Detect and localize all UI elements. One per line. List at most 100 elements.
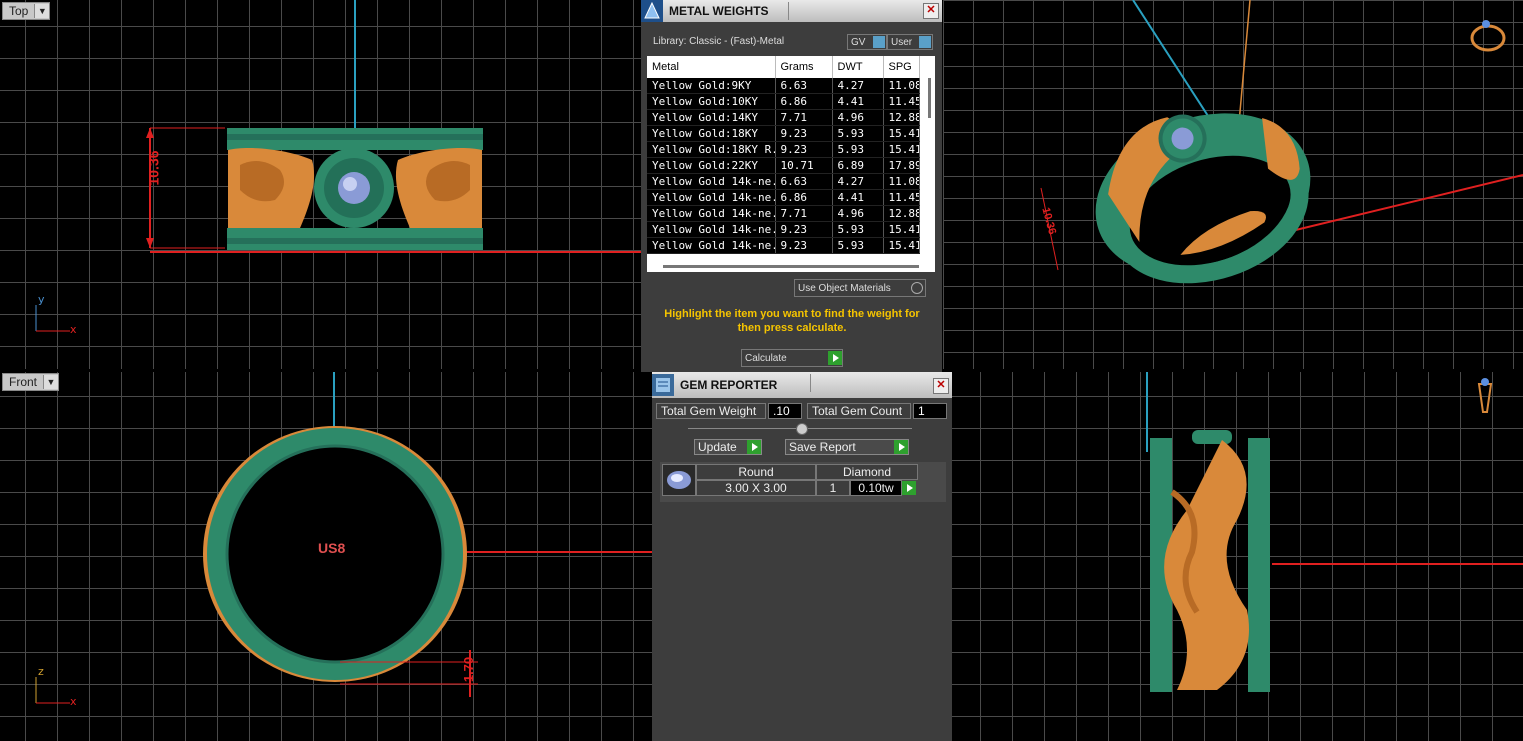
table-row[interactable]: Yellow Gold 14k-ne...9.235.9315.41 [647, 237, 920, 254]
metal-weights-titlebar[interactable]: METAL WEIGHTS ✕ [641, 0, 942, 22]
viewport-label-front[interactable]: Front ▼ [2, 373, 60, 391]
gem-reporter-panel: GEM REPORTER ✕ Total Gem Weight .10 Tota… [652, 372, 952, 741]
side-view-scene [1146, 372, 1523, 692]
table-header-row: Metal Grams DWT SPG [647, 56, 920, 78]
top-viewport[interactable]: Top ▼ 10.36 y x [0, 0, 641, 369]
user-label: User [891, 36, 913, 48]
dwt-cell: 4.41 [832, 93, 884, 110]
axis-y-label: y [38, 293, 45, 306]
axis-z-label: z [38, 665, 44, 678]
metal-name-cell: Yellow Gold 14k-ne... [647, 237, 776, 254]
dimension-label: 1.70 [461, 656, 477, 683]
grams-cell: 9.23 [775, 221, 833, 238]
gem-report-icon [652, 374, 674, 396]
dwt-cell: 5.93 [832, 125, 884, 142]
table-row[interactable]: Yellow Gold:10KY 6.86 4.41 11.45 [647, 93, 920, 110]
spg-cell: 15.41 [883, 141, 920, 158]
dimension-label: 10.36 [145, 150, 162, 186]
axis-x-label: x [70, 323, 77, 336]
update-button[interactable]: Update [694, 439, 762, 455]
vertical-scrollbar[interactable] [928, 78, 931, 118]
table-row[interactable]: Yellow Gold:18KY R...9.235.9315.41 [647, 141, 920, 158]
table-row[interactable]: Yellow Gold 14k-ne...7.714.9612.88 [647, 205, 920, 222]
metal-name-cell: Yellow Gold:9KY [647, 78, 776, 94]
gem-type: Diamond [816, 464, 918, 480]
grams-cell: 6.63 [775, 78, 833, 94]
spg-cell: 12.88 [883, 205, 920, 222]
viewport-label-top[interactable]: Top ▼ [2, 2, 51, 20]
title-divider [810, 374, 811, 392]
spg-cell: 12.88 [883, 109, 920, 126]
ring-side-orientation-icon [1477, 378, 1493, 413]
use-object-materials-toggle[interactable]: Use Object Materials [794, 279, 926, 297]
grams-cell: 9.23 [775, 141, 833, 158]
user-toggle[interactable]: User [887, 34, 933, 50]
table-row[interactable]: Yellow Gold 14k-ne...6.864.4111.45 [647, 189, 920, 206]
dwt-cell: 4.96 [832, 205, 884, 222]
save-report-button[interactable]: Save Report [785, 439, 909, 455]
perspective-viewport[interactable]: 10.36 [943, 0, 1523, 369]
side-viewport[interactable] [952, 372, 1523, 741]
grams-cell: 6.86 [775, 93, 833, 110]
gem-shape: Round [696, 464, 816, 480]
title-divider [788, 2, 789, 20]
calculate-label: Calculate [745, 352, 787, 364]
dwt-cell: 4.41 [832, 189, 884, 206]
column-header-grams[interactable]: Grams [775, 56, 833, 78]
front-view-scene [203, 372, 652, 697]
close-icon[interactable]: ✕ [933, 378, 949, 394]
spg-cell: 11.08 [883, 78, 920, 94]
gem-count: 1 [816, 480, 850, 496]
metal-table-container[interactable]: Metal Grams DWT SPG Yellow Gold:9KY 6.63 4… [647, 56, 935, 272]
dwt-cell: 6.89 [832, 157, 884, 174]
chevron-down-icon[interactable]: ▼ [43, 375, 59, 389]
spg-cell: 17.89 [883, 157, 920, 174]
column-header-spg[interactable]: SPG [883, 56, 920, 78]
toggle-indicator-icon [919, 36, 931, 48]
total-gem-count-label: Total Gem Count [807, 403, 911, 419]
metal-name-cell: Yellow Gold:18KY [647, 125, 776, 142]
gv-label: GV [851, 36, 866, 48]
play-icon [828, 351, 842, 365]
gv-toggle[interactable]: GV [847, 34, 887, 50]
total-gem-count-value: 1 [913, 403, 947, 419]
update-label: Update [698, 440, 737, 454]
dwt-cell: 4.27 [832, 78, 884, 94]
scale-icon [641, 0, 663, 22]
metal-name-cell: Yellow Gold 14k-ne... [647, 189, 776, 206]
play-icon [747, 440, 761, 454]
slider-handle[interactable] [796, 423, 808, 435]
table-row[interactable]: Yellow Gold 14k-ne...9.235.9315.41 [647, 221, 920, 238]
spg-cell: 11.08 [883, 173, 920, 190]
gem-size: 3.00 X 3.00 [696, 480, 816, 496]
calculate-button[interactable]: Calculate [741, 349, 843, 367]
dwt-cell: 4.27 [832, 173, 884, 190]
horizontal-scrollbar[interactable] [663, 265, 919, 268]
spg-cell: 11.45 [883, 93, 920, 110]
front-viewport[interactable]: Front ▼ US8 1.70 z x [0, 372, 652, 741]
panel-title: METAL WEIGHTS [669, 4, 769, 18]
table-row[interactable]: Yellow Gold:14KY 7.71 4.96 12.88 [647, 109, 920, 126]
play-icon[interactable] [902, 481, 916, 495]
gem-weight: 0.10tw [850, 480, 902, 496]
table-row[interactable]: Yellow Gold:22KY 10.71 6.89 17.89 [647, 157, 920, 174]
gem-reporter-titlebar[interactable]: GEM REPORTER ✕ [652, 372, 952, 398]
metal-table: Metal Grams DWT SPG Yellow Gold:9KY 6.63 4… [647, 56, 920, 254]
grams-cell: 6.86 [775, 189, 833, 206]
dwt-cell: 5.93 [832, 141, 884, 158]
spg-cell: 15.41 [883, 221, 920, 238]
metal-name-cell: Yellow Gold 14k-ne... [647, 173, 776, 190]
total-gem-weight-value: .10 [768, 403, 802, 419]
table-row[interactable]: Yellow Gold 14k-ne...6.634.2711.08 [647, 173, 920, 190]
gem-thumbnail[interactable] [662, 464, 696, 496]
column-header-metal[interactable]: Metal [647, 56, 776, 78]
total-gem-weight-label: Total Gem Weight [656, 403, 766, 419]
close-icon[interactable]: ✕ [923, 3, 939, 19]
table-row[interactable]: Yellow Gold:9KY 6.63 4.27 11.08 [647, 78, 920, 94]
table-row[interactable]: Yellow Gold:18KY 9.23 5.93 15.41 [647, 125, 920, 142]
chevron-down-icon[interactable]: ▼ [34, 4, 50, 18]
dwt-cell: 5.93 [832, 221, 884, 238]
column-header-dwt[interactable]: DWT [832, 56, 884, 78]
spg-cell: 15.41 [883, 125, 920, 142]
instruction-text: Highlight the item you want to find the … [664, 308, 920, 334]
